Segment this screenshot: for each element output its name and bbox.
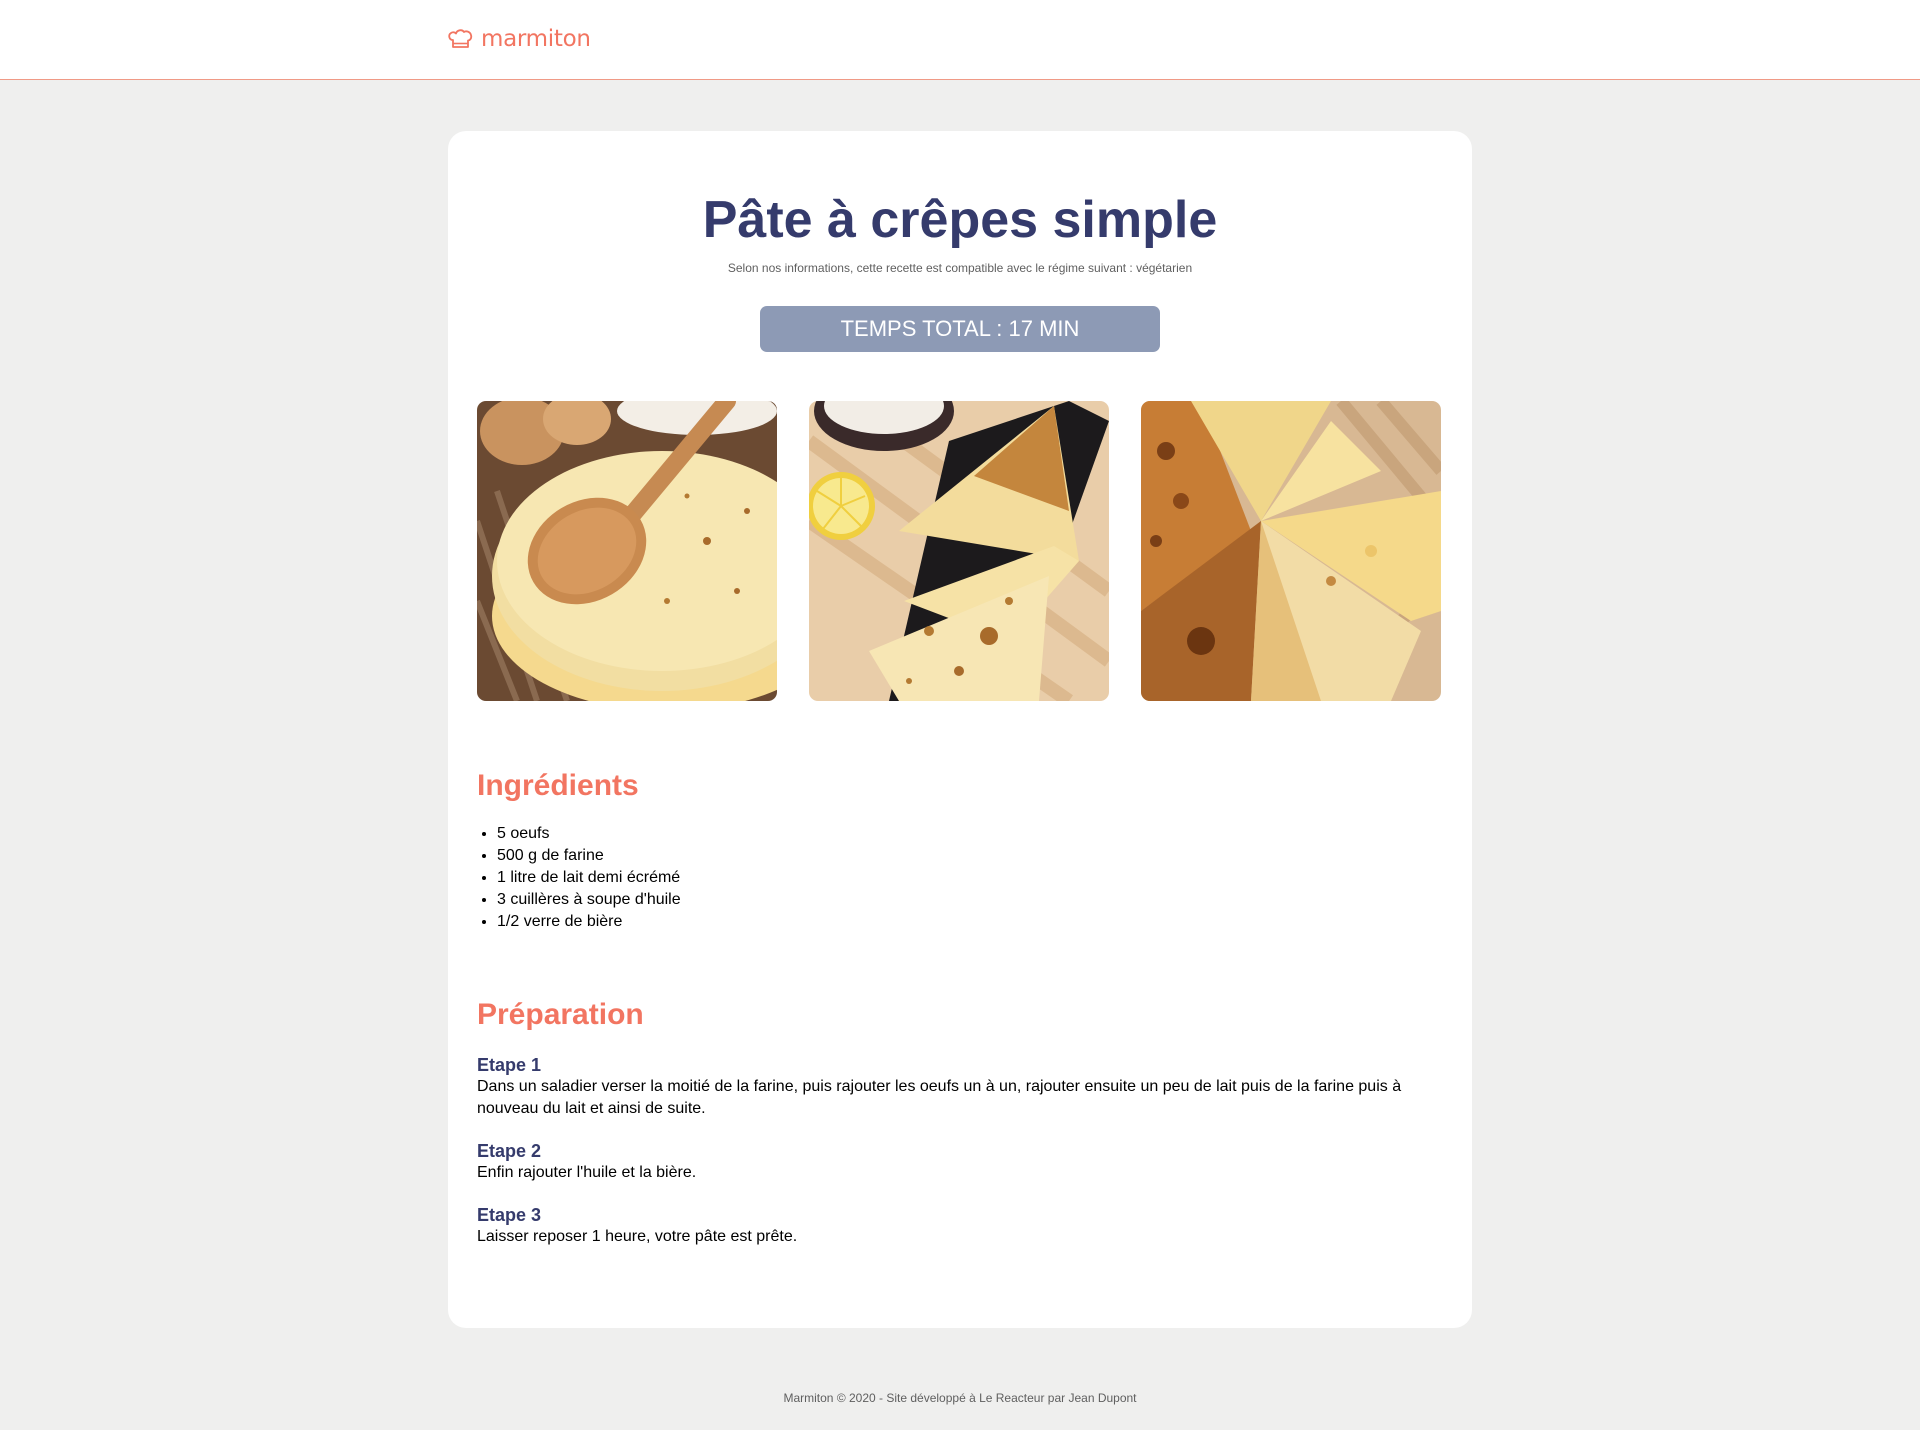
site-header: marmiton	[0, 0, 1920, 80]
ingredient-item: 5 oeufs	[497, 823, 681, 845]
chef-hat-icon	[448, 29, 473, 48]
ingredient-item: 1/2 verre de bière	[497, 911, 681, 933]
recipe-title: Pâte à crêpes simple	[702, 191, 1218, 249]
step-text: Laisser reposer 1 heure, votre pâte est …	[477, 1228, 798, 1245]
recipe-photo-folded-crepes	[809, 401, 1109, 701]
recipe-photo-crepe-stack	[477, 401, 777, 701]
ingredient-item: 1 litre de lait demi écrémé	[497, 867, 681, 889]
ingredient-item: 500 g de farine	[497, 845, 681, 867]
step-title: Etape 1	[477, 1055, 542, 1075]
preparation-step: Etape 3 Laisser reposer 1 heure, votre p…	[477, 1204, 1437, 1248]
diet-note: Selon nos informations, cette recette es…	[727, 261, 1193, 275]
preparation-steps: Etape 1 Dans un saladier verser la moiti…	[477, 1054, 1437, 1268]
total-time-badge: TEMPS TOTAL : 17 MIN	[760, 306, 1160, 352]
ingredients-title: Ingrédients	[477, 769, 639, 802]
step-title: Etape 3	[477, 1205, 542, 1225]
step-text: Dans un saladier verser la moitié de la …	[477, 1078, 1402, 1117]
preparation-step: Etape 1 Dans un saladier verser la moiti…	[477, 1054, 1437, 1120]
recipe-card: Pâte à crêpes simple Selon nos informati…	[448, 131, 1472, 1328]
step-text: Enfin rajouter l'huile et la bière.	[477, 1164, 697, 1181]
step-title: Etape 2	[477, 1141, 542, 1161]
logo-text: marmiton	[481, 26, 591, 52]
recipe-photos	[477, 401, 1441, 701]
site-footer: Marmiton © 2020 - Site développé à Le Re…	[783, 1391, 1137, 1405]
ingredient-item: 3 cuillères à soupe d'huile	[497, 889, 681, 911]
marmiton-logo[interactable]: marmiton	[447, 26, 591, 52]
recipe-photo-crepe-fan	[1141, 401, 1441, 701]
ingredients-list: 5 oeufs 500 g de farine 1 litre de lait …	[497, 823, 681, 933]
preparation-title: Préparation	[477, 998, 644, 1031]
preparation-step: Etape 2 Enfin rajouter l'huile et la biè…	[477, 1140, 1437, 1184]
